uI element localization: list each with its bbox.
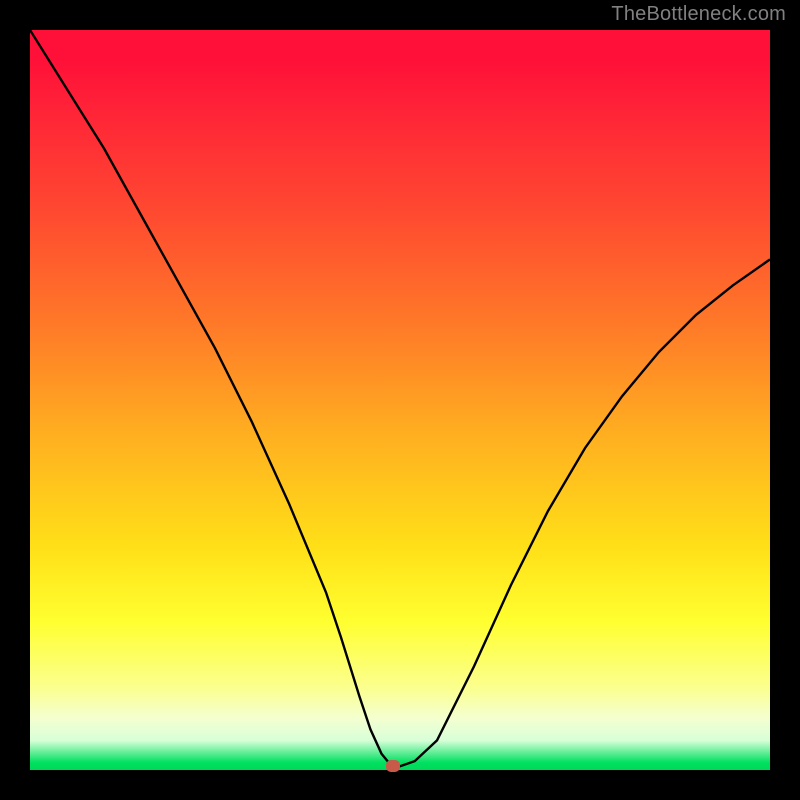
curve-path (30, 30, 770, 766)
bottleneck-curve (30, 30, 770, 770)
chart-frame: TheBottleneck.com (0, 0, 800, 800)
plot-area (30, 30, 770, 770)
watermark-text: TheBottleneck.com (611, 3, 786, 26)
optimum-marker (386, 760, 400, 772)
